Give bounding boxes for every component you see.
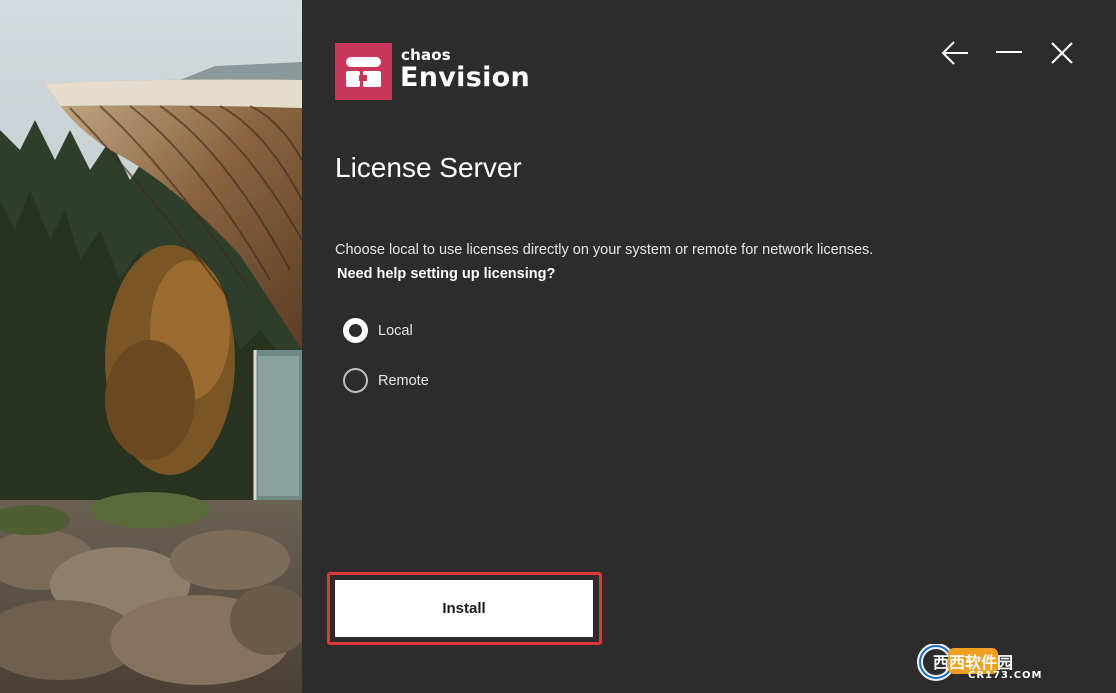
- radio-label-remote: Remote: [378, 372, 429, 389]
- radio-button-local[interactable]: [343, 318, 368, 343]
- radio-label-local: Local: [378, 322, 413, 339]
- architecture-scene-image: [0, 0, 302, 693]
- radio-option-local[interactable]: Local: [343, 318, 413, 343]
- arrow-left-icon: [941, 41, 968, 65]
- chaos-logo-icon: [335, 43, 392, 100]
- hero-artwork: [0, 0, 302, 693]
- close-button[interactable]: [1047, 38, 1077, 68]
- radio-option-remote[interactable]: Remote: [343, 368, 429, 393]
- page-title: License Server: [335, 152, 522, 183]
- install-button[interactable]: Install: [335, 580, 593, 637]
- installer-panel: chaos Envision License Server Choose loc…: [302, 0, 1116, 693]
- back-button[interactable]: [940, 38, 970, 68]
- radio-button-remote[interactable]: [343, 368, 368, 393]
- minimize-button[interactable]: [994, 38, 1024, 68]
- product-name: Envision: [400, 62, 531, 93]
- minimize-icon: [996, 51, 1022, 53]
- close-icon: [1051, 42, 1073, 64]
- installer-window: chaos Envision License Server Choose loc…: [0, 0, 1116, 693]
- licensing-help-link[interactable]: Need help setting up licensing?: [337, 266, 555, 282]
- watermark-site: CR173.COM: [968, 670, 1043, 681]
- page-description: Choose local to use licenses directly on…: [335, 242, 874, 258]
